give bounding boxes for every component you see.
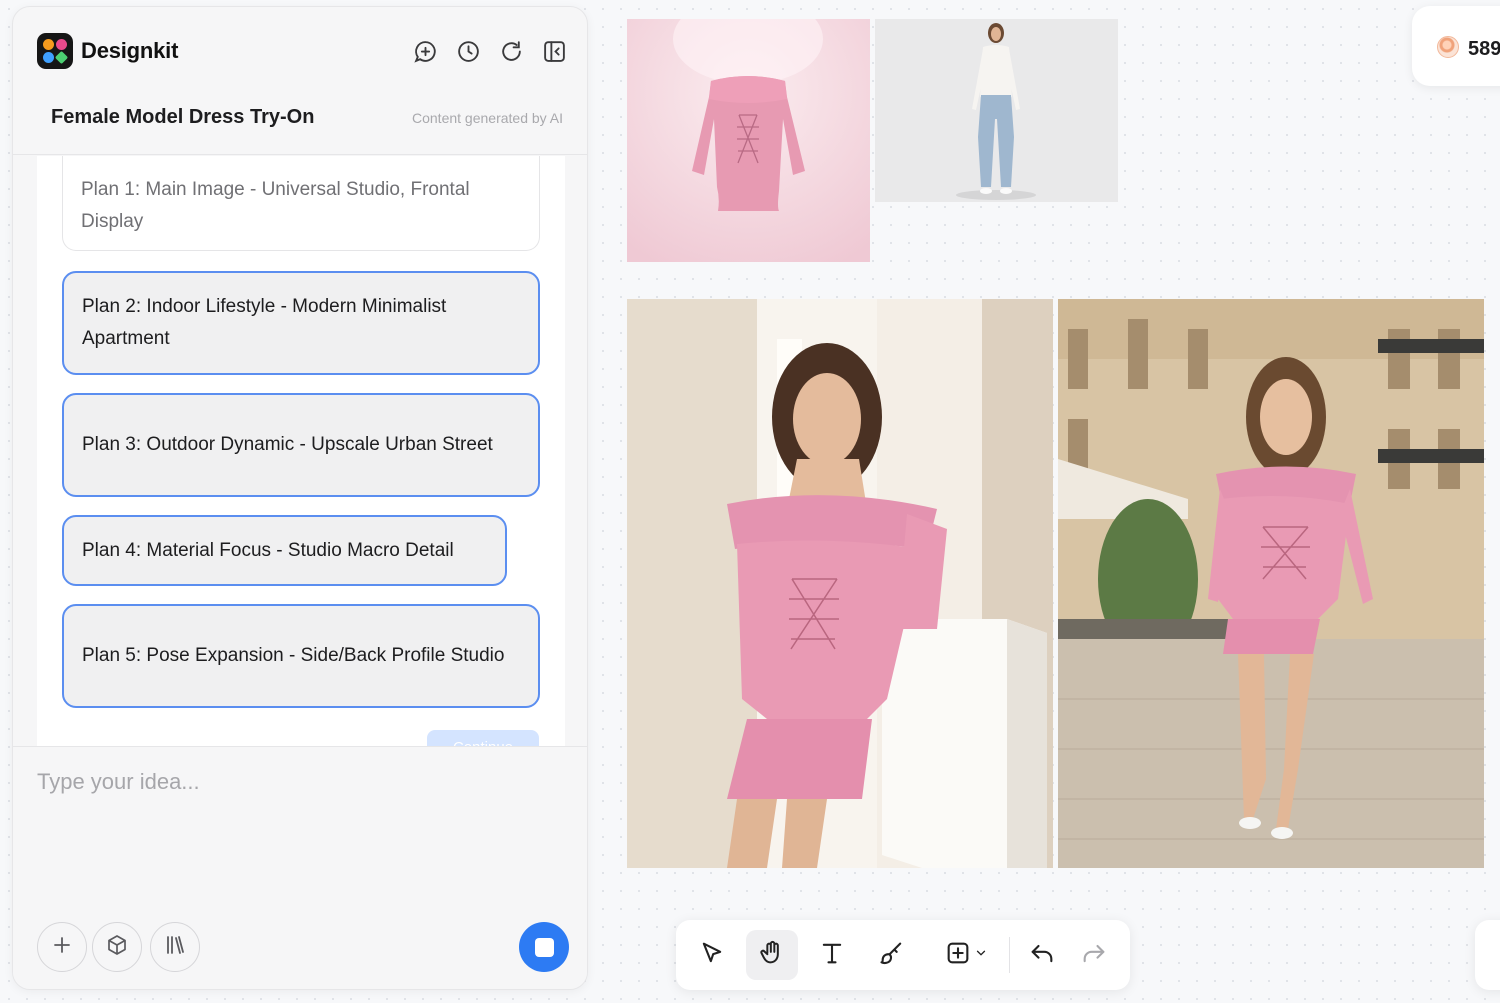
plus-icon: [50, 933, 74, 962]
redo-icon: [1080, 939, 1108, 972]
brush-tool[interactable]: [866, 930, 918, 980]
undo-icon: [1028, 939, 1056, 972]
add-shape-tool[interactable]: [931, 930, 1001, 980]
add-shape-icon: [944, 939, 972, 972]
brand: Designkit: [37, 33, 178, 69]
header-actions: [413, 39, 567, 64]
chevron-down-icon: [974, 946, 988, 965]
collapse-panel-icon[interactable]: [542, 39, 567, 64]
ai-disclaimer: Content generated by AI: [412, 110, 563, 126]
composer: [13, 746, 587, 989]
chat-panel: Designkit Female Model Dress Try-On Cont…: [12, 6, 588, 990]
text-icon: [818, 939, 846, 972]
plan-option-3[interactable]: Plan 3: Outdoor Dynamic - Upscale Urban …: [62, 393, 540, 497]
plan-label: Plan 5: Pose Expansion - Side/Back Profi…: [82, 645, 505, 666]
chat-messages[interactable]: Plan 1: Main Image - Universal Studio, F…: [37, 156, 565, 746]
select-tool[interactable]: [686, 930, 738, 980]
plan-option-4[interactable]: Plan 4: Material Focus - Studio Macro De…: [62, 515, 507, 586]
plan-option-5[interactable]: Plan 5: Pose Expansion - Side/Back Profi…: [62, 604, 540, 708]
side-panel-stub[interactable]: [1475, 920, 1500, 990]
plan-label: Plan 2: Indoor Lifestyle - Modern Minima…: [82, 296, 447, 349]
plan-label: Plan 1: Main Image - Universal Studio, F…: [81, 179, 470, 232]
select-icon: [698, 939, 726, 972]
credits-badge[interactable]: 589: [1412, 6, 1500, 86]
undo-button[interactable]: [1016, 930, 1068, 980]
idea-input[interactable]: [37, 765, 557, 799]
canvas-image-product[interactable]: [627, 19, 870, 262]
canvas-image-model-reference[interactable]: [875, 19, 1118, 202]
plan-label: Plan 3: Outdoor Dynamic - Upscale Urban …: [82, 434, 493, 455]
new-chat-icon[interactable]: [413, 39, 438, 64]
continue-button[interactable]: Continue: [427, 730, 539, 746]
redo-button[interactable]: [1068, 930, 1120, 980]
plan-option-1[interactable]: Plan 1: Main Image - Universal Studio, F…: [62, 156, 540, 251]
canvas-image-indoor-lifestyle[interactable]: [627, 299, 1053, 868]
chat-title: Female Model Dress Try-On: [51, 106, 315, 128]
canvas-image-outdoor-street[interactable]: [1058, 299, 1484, 868]
cube-icon: [105, 933, 129, 962]
hand-tool[interactable]: [746, 930, 798, 980]
hand-icon: [758, 939, 786, 972]
refresh-icon[interactable]: [499, 39, 524, 64]
coin-icon: [1437, 36, 1459, 58]
designkit-logo: [37, 33, 73, 69]
library-button[interactable]: [150, 922, 200, 972]
attach-button[interactable]: [37, 922, 87, 972]
stop-button[interactable]: [519, 922, 569, 972]
brush-icon: [878, 939, 906, 972]
history-icon[interactable]: [456, 39, 481, 64]
plan-label: Plan 4: Material Focus - Studio Macro De…: [82, 539, 454, 561]
chat-title-row: Female Model Dress Try-On Content genera…: [13, 95, 587, 155]
credits-value: 589: [1468, 38, 1500, 60]
stop-icon: [534, 937, 554, 957]
model-button[interactable]: [92, 922, 142, 972]
library-icon: [163, 933, 187, 962]
plan-option-2[interactable]: Plan 2: Indoor Lifestyle - Modern Minima…: [62, 271, 540, 375]
toolbar-divider: [1009, 937, 1010, 973]
text-tool[interactable]: [806, 930, 858, 980]
canvas-toolbar: [676, 920, 1130, 990]
brand-name: Designkit: [81, 38, 179, 63]
